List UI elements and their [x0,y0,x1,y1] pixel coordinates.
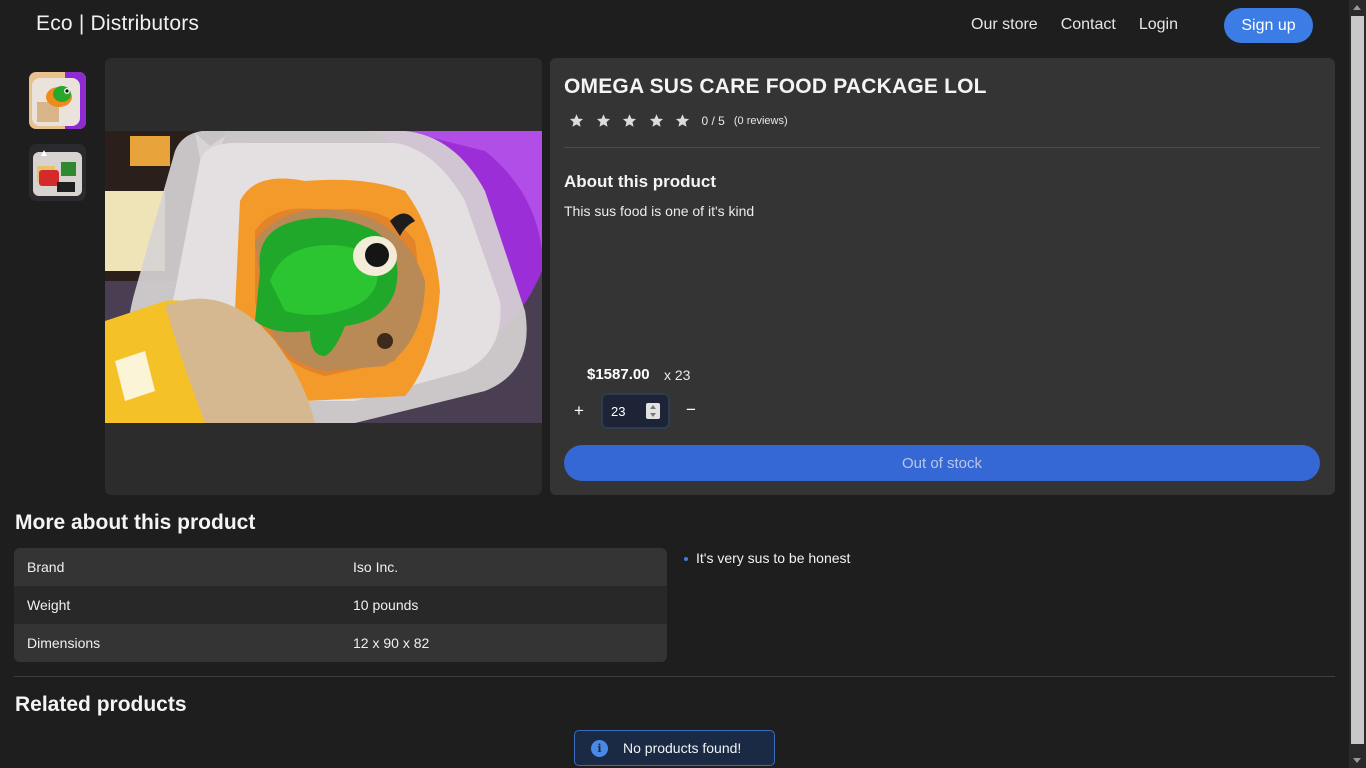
related-products-heading: Related products [15,693,187,716]
price-quantity: x 23 [664,367,691,383]
quantity-decrease-button[interactable]: − [684,400,698,420]
no-products-alert: i No products found! [574,730,775,766]
spec-key: Brand [27,559,65,575]
main-image-panel [105,58,542,495]
nav-links: Our store Contact Login [971,16,1178,34]
spec-key: Weight [27,597,71,613]
product-price: $1587.00 [587,366,650,383]
page-scrollbar[interactable] [1349,0,1366,768]
rating-score: 0 / 5 [701,113,725,128]
out-of-stock-button[interactable]: Out of stock [564,445,1320,481]
thumbnail-1-image [29,72,86,129]
brand-logo[interactable]: Eco | Distributors [36,12,199,36]
product-title: OMEGA SUS CARE FOOD PACKAGE LOL [564,75,987,98]
nav-login[interactable]: Login [1139,16,1178,34]
star-icon [569,114,584,127]
about-heading: About this product [564,172,717,191]
spec-value: Iso Inc. [353,559,399,575]
nav-contact[interactable]: Contact [1061,16,1116,34]
product-rating: 0 / 5 (0 reviews) [569,113,788,128]
quantity-spinner-icon[interactable] [646,403,660,419]
thumbnail-1[interactable] [29,72,86,129]
about-text: This sus food is one of it's kind [564,203,755,219]
scroll-down-icon[interactable] [1353,758,1361,763]
spec-value: 10 pounds [353,597,419,613]
star-icon [596,114,610,127]
spec-row: Brand Iso Inc. [14,548,667,586]
spec-table: Brand Iso Inc. Weight 10 pounds Dimensio… [14,548,667,662]
thumbnail-2[interactable] [29,144,86,201]
more-about-heading: More about this product [15,511,256,534]
feature-item: It's very sus to be honest [682,550,850,566]
product-info-panel: OMEGA SUS CARE FOOD PACKAGE LOL 0 / 5 (0… [550,58,1335,495]
spec-key: Dimensions [27,635,101,651]
star-icon [675,114,690,127]
feature-list: It's very sus to be honest [682,550,850,566]
nav-our-store[interactable]: Our store [971,16,1038,34]
navbar: Eco | Distributors Our store Contact Log… [0,0,1349,52]
no-products-message: No products found! [623,740,742,756]
product-main-image [105,131,542,423]
section-divider [14,676,1335,677]
star-icon [622,114,637,127]
spec-row: Dimensions 12 x 90 x 82 [14,624,667,662]
signup-button[interactable]: Sign up [1224,8,1313,43]
star-icon [649,114,663,127]
spec-value: 12 x 90 x 82 [353,635,430,651]
quantity-increase-button[interactable]: + [572,401,586,421]
info-icon: i [591,739,608,757]
thumbnail-2-image [29,144,86,201]
scroll-up-icon[interactable] [1353,5,1361,10]
rating-reviews: (0 reviews) [733,114,788,127]
scrollbar-thumb[interactable] [1351,16,1364,744]
divider [564,147,1320,148]
spec-row: Weight 10 pounds [14,586,667,624]
